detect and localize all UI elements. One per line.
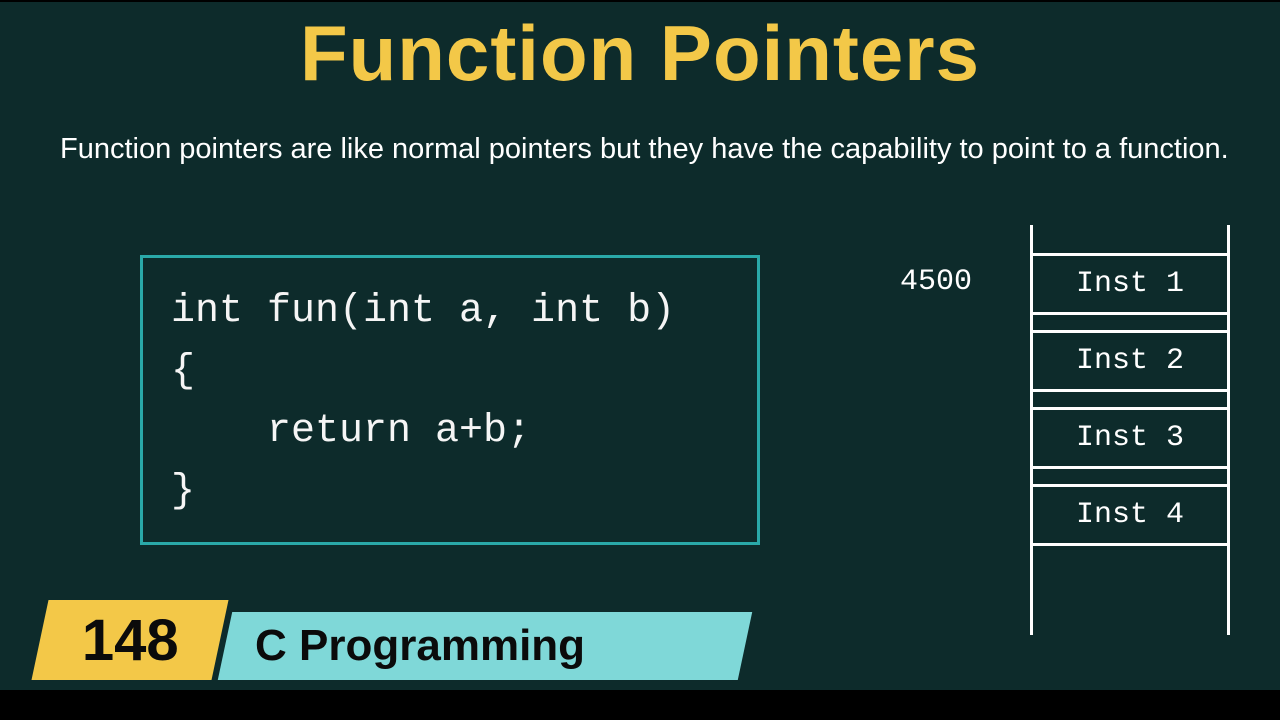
memory-address-label: 4500 bbox=[900, 265, 972, 299]
letterbox-top bbox=[0, 0, 1280, 2]
slide-description: Function pointers are like normal pointe… bbox=[60, 130, 1230, 169]
letterbox-bottom bbox=[0, 690, 1280, 720]
episode-badge: 148 bbox=[31, 600, 228, 680]
memory-cell-4: Inst 4 bbox=[1030, 484, 1230, 546]
code-line-1: int fun(int a, int b) bbox=[171, 282, 729, 342]
memory-cell-3: Inst 3 bbox=[1030, 407, 1230, 469]
slide-title: Function Pointers bbox=[0, 8, 1280, 99]
course-name: C Programming bbox=[255, 621, 585, 671]
episode-number: 148 bbox=[82, 607, 179, 674]
code-block: int fun(int a, int b) { return a+b; } bbox=[140, 255, 760, 545]
code-line-4: } bbox=[171, 462, 729, 522]
course-badge: C Programming bbox=[218, 612, 752, 680]
memory-cell-2: Inst 2 bbox=[1030, 330, 1230, 392]
code-line-2: { bbox=[171, 342, 729, 402]
memory-cell-1: Inst 1 bbox=[1030, 253, 1230, 315]
code-line-3: return a+b; bbox=[171, 402, 729, 462]
